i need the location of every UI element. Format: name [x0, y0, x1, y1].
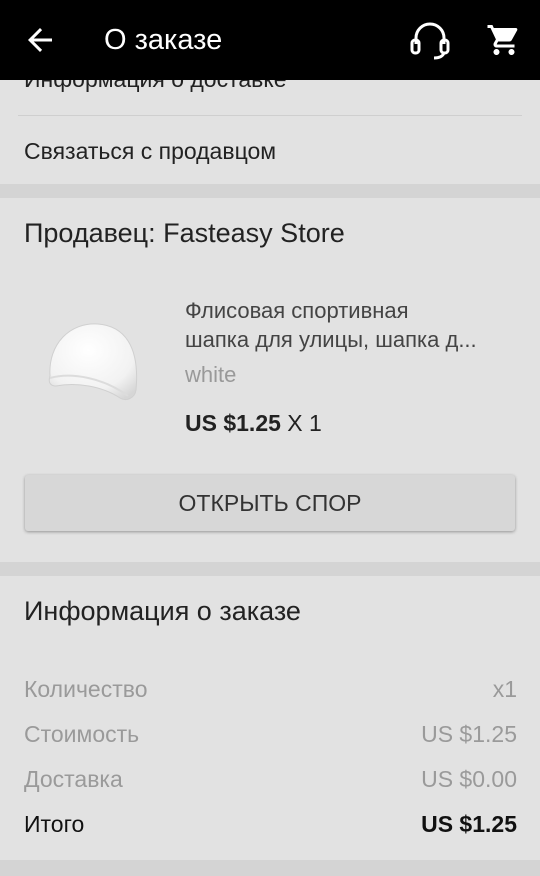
order-info-title: Информация о заказе: [24, 596, 301, 626]
row-value: US $1.25: [421, 811, 517, 837]
product-price-line: US $1.25 X 1: [185, 410, 322, 437]
row-label: Количество: [24, 676, 148, 702]
open-dispute-button[interactable]: ОТКРЫТЬ СПОР: [25, 475, 515, 531]
headset-icon[interactable]: [408, 20, 452, 60]
product-price: US $1.25: [185, 410, 281, 436]
row-value: x1: [492, 676, 517, 702]
links-card: Информация о доставке Связаться с продав…: [0, 66, 540, 184]
row-label: Итого: [24, 811, 85, 837]
arrow-left-icon[interactable]: [22, 22, 58, 58]
app-bar: О заказе: [0, 0, 540, 80]
order-info-card: Информация о заказе Количество x1 Стоимо…: [0, 576, 540, 860]
row-label: Доставка: [24, 766, 123, 792]
seller-name[interactable]: Продавец: Fasteasy Store: [24, 218, 345, 249]
contact-seller-link[interactable]: Связаться с продавцом: [24, 138, 276, 165]
product-title[interactable]: Флисовая спортивная шапка для улицы, шап…: [185, 296, 520, 354]
product-quantity: X 1: [287, 410, 322, 436]
product-variant: white: [185, 362, 237, 387]
page-title: О заказе: [104, 24, 223, 56]
row-value: US $1.25: [421, 721, 517, 747]
row-label: Стоимость: [24, 721, 140, 747]
row-value: US $0.00: [421, 766, 517, 792]
divider: [18, 115, 522, 116]
cart-icon[interactable]: [486, 22, 522, 58]
product-image[interactable]: [40, 306, 144, 410]
seller-card: Продавец: Fasteasy Store Флисовая спорти…: [0, 198, 540, 562]
